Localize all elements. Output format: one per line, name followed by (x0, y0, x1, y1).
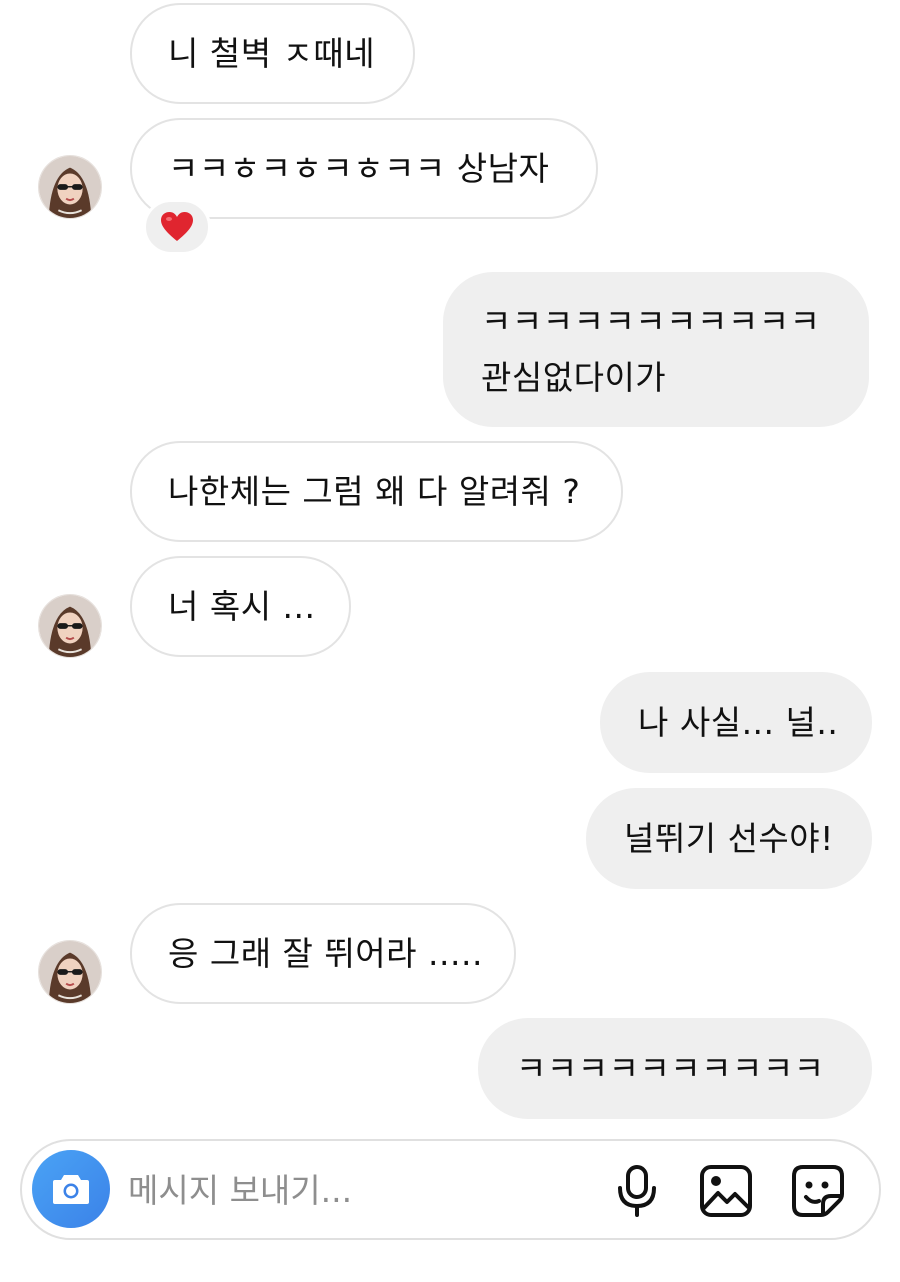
microphone-icon (618, 1165, 656, 1217)
sticker-icon (792, 1165, 844, 1217)
reaction-badge[interactable] (143, 199, 211, 255)
message-text: 니 철벽 ㅈ때네 (168, 33, 376, 73)
message-text: 너 혹시 ... (168, 586, 316, 626)
message-text-line: 관심없다이가 (481, 357, 667, 397)
message-bubble-received[interactable]: ㅋㅋㅎㅋㅎㅋㅎㅋㅋ 상남자 (130, 118, 598, 219)
message-text: 나 사실... 널.. (638, 702, 839, 742)
message-bubble-received[interactable]: 응 그래 잘 뛰어라 ..... (130, 903, 516, 1004)
message-text: 나한체는 그럼 왜 다 알려줘 ? (168, 471, 581, 511)
message-bubble-sent[interactable]: 널뛰기 선수야! (586, 788, 872, 889)
avatar[interactable] (38, 155, 102, 219)
sticker-button[interactable] (790, 1163, 846, 1219)
message-bubble-received[interactable]: 니 철벽 ㅈ때네 (130, 3, 415, 104)
message-bubble-sent[interactable]: ㅋㅋㅋㅋㅋㅋㅋㅋㅋㅋ (478, 1018, 872, 1119)
message-bubble-sent[interactable]: 나 사실... 널.. (600, 672, 872, 773)
avatar[interactable] (38, 940, 102, 1004)
message-bubble-sent[interactable]: ㅋㅋㅋㅋㅋㅋㅋㅋㅋㅋㅋ 관심없다이가 (443, 272, 869, 427)
avatar[interactable] (38, 594, 102, 658)
message-text: ㅋㅋㅋㅋㅋㅋㅋㅋㅋㅋ (516, 1048, 825, 1088)
camera-button[interactable] (32, 1150, 110, 1228)
message-text: ㅋㅋㅎㅋㅎㅋㅎㅋㅋ 상남자 (168, 148, 550, 188)
message-text: 널뛰기 선수야! (624, 818, 834, 858)
message-bubble-received[interactable]: 너 혹시 ... (130, 556, 351, 657)
camera-icon (53, 1175, 89, 1204)
message-composer (20, 1139, 881, 1240)
message-text: 응 그래 잘 뛰어라 ..... (168, 933, 483, 973)
message-bubble-received[interactable]: 나한체는 그럼 왜 다 알려줘 ? (130, 441, 623, 542)
microphone-button[interactable] (609, 1163, 665, 1219)
message-input[interactable] (128, 1166, 568, 1214)
gallery-icon (700, 1165, 752, 1217)
heart-icon (161, 212, 193, 241)
message-text-line: ㅋㅋㅋㅋㅋㅋㅋㅋㅋㅋㅋ (481, 301, 821, 341)
gallery-button[interactable] (698, 1163, 754, 1219)
